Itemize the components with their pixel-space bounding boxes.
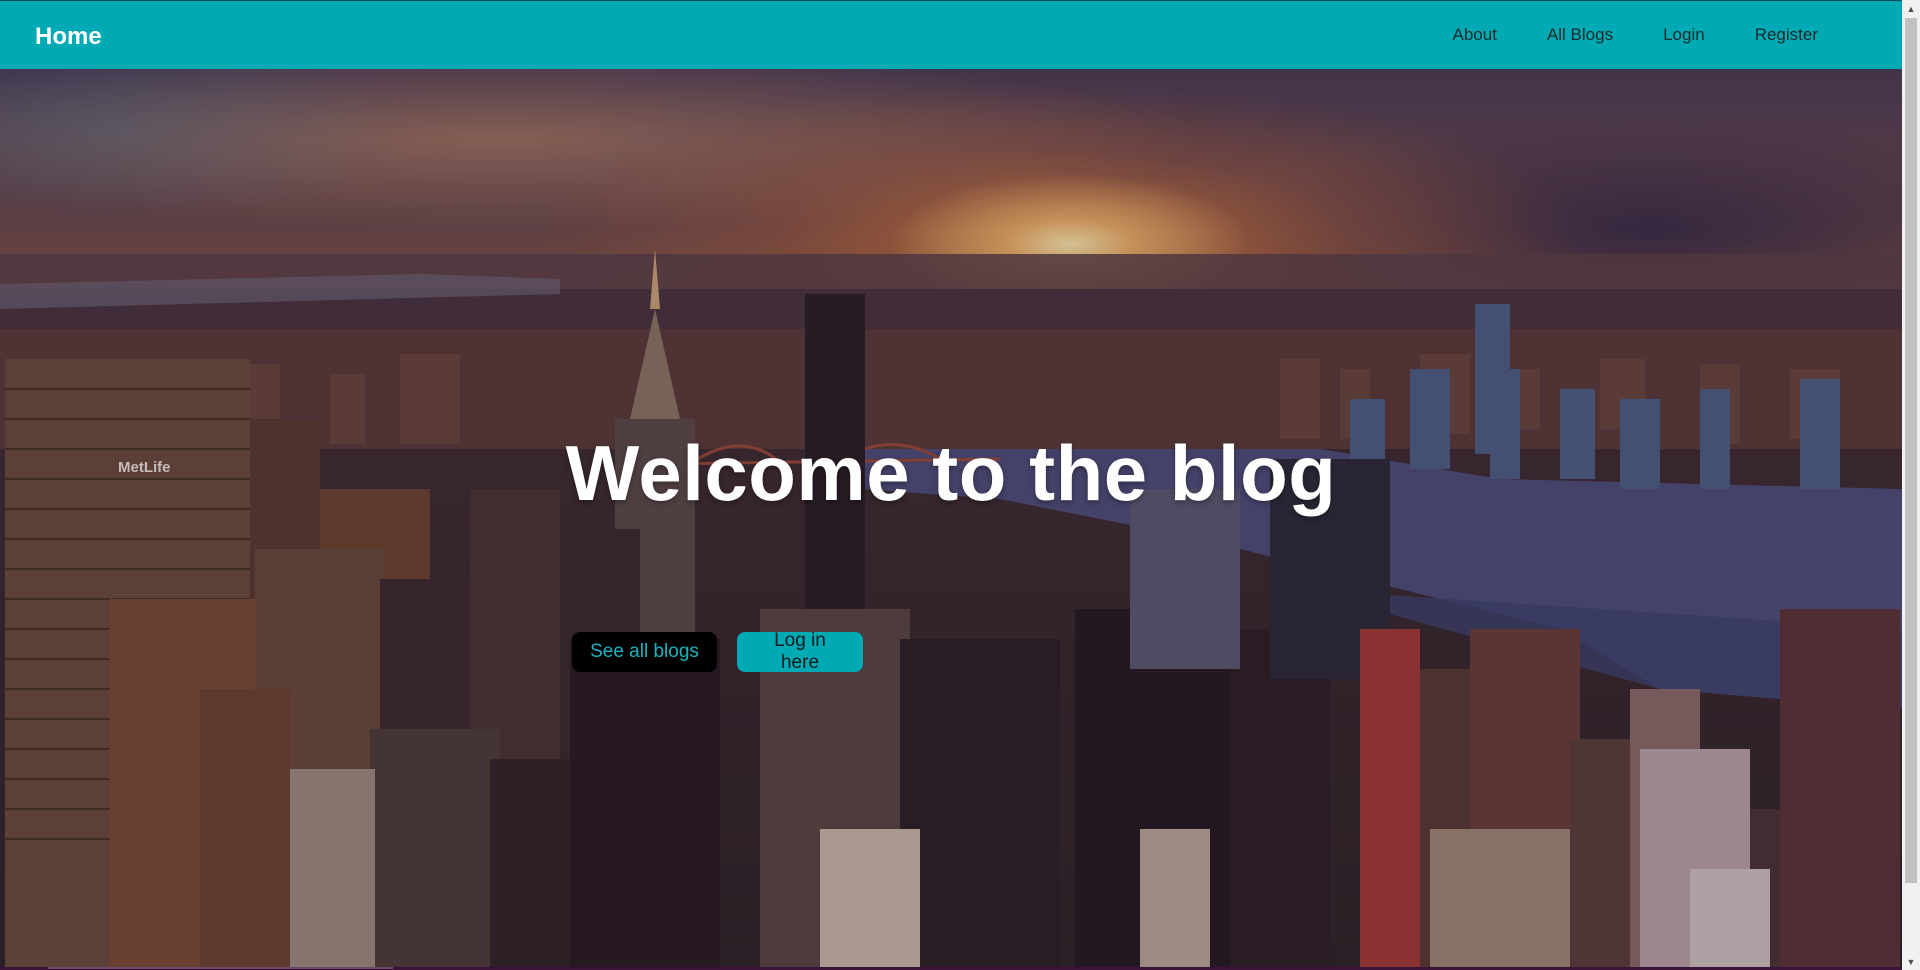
bottom-strip-highlight (48, 967, 393, 969)
scroll-thumb[interactable] (1905, 18, 1917, 883)
nav-link-all-blogs[interactable]: All Blogs (1547, 25, 1613, 45)
hero-title: Welcome to the blog (565, 429, 1337, 517)
scroll-up-arrow-icon[interactable]: ▲ (1902, 0, 1920, 17)
hero-buttons: See all blogs Log in here (572, 630, 863, 673)
see-all-blogs-button[interactable]: See all blogs (572, 632, 717, 672)
nav-link-about[interactable]: About (1453, 25, 1497, 45)
nav-link-login[interactable]: Login (1663, 25, 1705, 45)
home-link[interactable]: Home (35, 23, 102, 51)
navbar: Home About All Blogs Login Register (0, 0, 1902, 69)
scrollbar[interactable]: ▲ ▼ (1902, 0, 1920, 970)
page: Home About All Blogs Login Register MetL… (0, 0, 1920, 970)
nav-link-register[interactable]: Register (1755, 25, 1818, 45)
scroll-down-arrow-icon[interactable]: ▼ (1902, 953, 1920, 970)
log-in-button[interactable]: Log in here (737, 630, 863, 673)
nav-links: About All Blogs Login Register (1403, 25, 1819, 45)
